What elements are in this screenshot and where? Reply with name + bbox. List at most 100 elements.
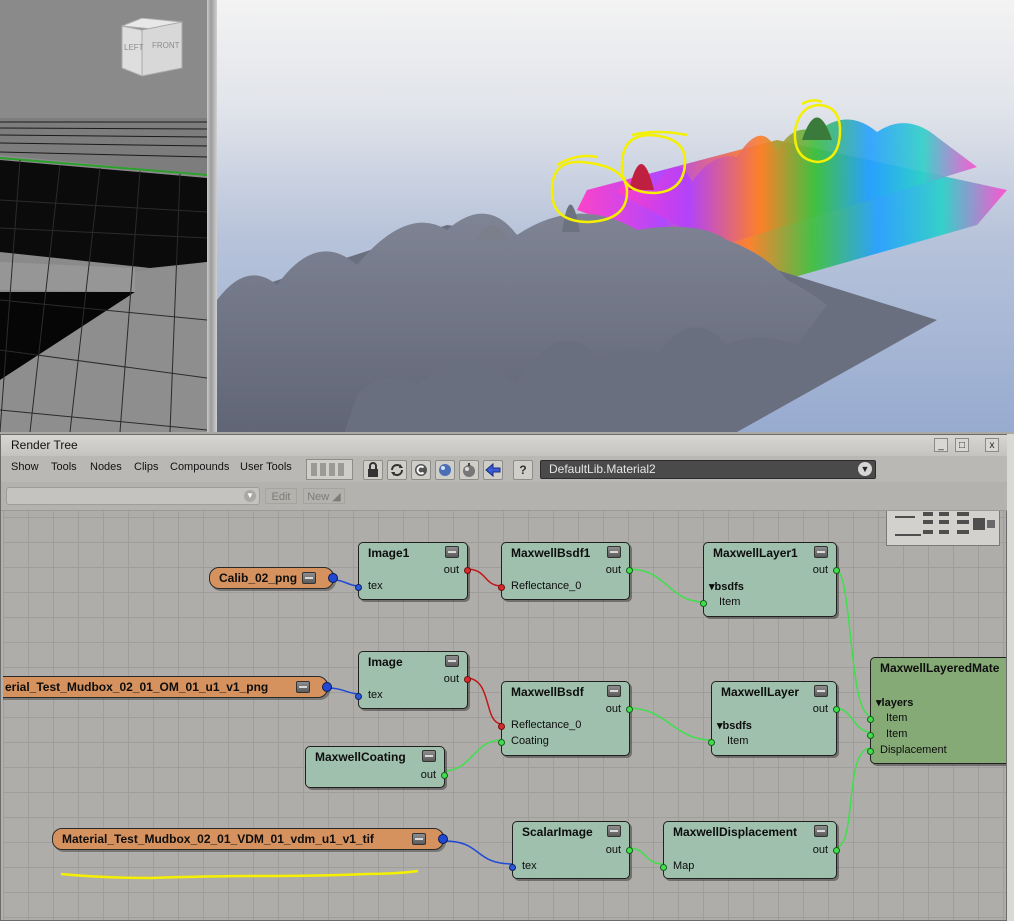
orthographic-viewport[interactable]: LEFT FRONT: [0, 0, 207, 432]
node-title: MaxwellBsdf1: [511, 546, 591, 560]
node-maxwell-layer[interactable]: MaxwellLayer out ▾bsdfs Item: [708, 681, 840, 756]
menu-user-tools[interactable]: User Tools: [240, 461, 292, 473]
input-port[interactable]: [509, 864, 516, 871]
panel-titlebar[interactable]: Render Tree _ □ x: [1, 435, 1008, 457]
node-collapse-icon[interactable]: [814, 546, 828, 558]
input-port[interactable]: [498, 723, 505, 730]
material-selector-value: DefaultLib.Material2: [549, 462, 656, 476]
node-collapse-icon[interactable]: [814, 685, 828, 697]
node-collapse-icon[interactable]: [607, 685, 621, 697]
node-maxwell-bsdf1[interactable]: MaxwellBsdf1 out Reflectance_0: [498, 542, 633, 600]
port-group-bsdfs[interactable]: ▾bsdfs: [717, 719, 752, 732]
texture-clip-om[interactable]: erial_Test_Mudbox_02_01_OM_01_u1_v1_png: [3, 676, 332, 698]
menu-nodes[interactable]: Nodes: [90, 461, 122, 473]
output-port[interactable]: [626, 706, 633, 713]
lock-icon[interactable]: [363, 460, 383, 480]
port-group-layers[interactable]: ▾layers: [876, 696, 913, 709]
minimize-button[interactable]: _: [934, 438, 948, 452]
input-port[interactable]: [867, 716, 874, 723]
output-port[interactable]: [438, 834, 448, 844]
port-label-displacement: Displacement: [880, 744, 947, 756]
yellow-underline-annotation: [60, 869, 419, 880]
output-port[interactable]: [322, 682, 332, 692]
maximize-button[interactable]: □: [955, 438, 969, 452]
clear-icon[interactable]: [411, 460, 431, 480]
node-image[interactable]: Image out tex: [355, 651, 471, 709]
menu-tools[interactable]: Tools: [51, 461, 77, 473]
refresh-icon[interactable]: [387, 460, 407, 480]
texture-clip-calib[interactable]: Calib_02_png: [209, 567, 338, 589]
wire-bsdf-to-layer: [627, 707, 713, 741]
material-selector[interactable]: DefaultLib.Material2 ▼: [540, 460, 876, 479]
input-port[interactable]: [498, 584, 505, 591]
menubar: Show Tools Nodes Clips Compounds User To…: [1, 456, 1008, 482]
help-icon[interactable]: ?: [513, 460, 533, 480]
output-port[interactable]: [833, 847, 840, 854]
output-port[interactable]: [833, 706, 840, 713]
port-label-tex: tex: [368, 689, 383, 701]
menu-clips[interactable]: Clips: [134, 461, 158, 473]
filter-input[interactable]: ▼: [6, 487, 260, 505]
memo-slots-icon[interactable]: [306, 459, 353, 480]
node-title: Image: [368, 655, 403, 669]
node-graph-canvas[interactable]: Calib_02_png erial_Test_Mudbox_02_01_OM_…: [3, 511, 1006, 920]
node-maxwell-displacement[interactable]: MaxwellDisplacement out Map: [660, 821, 840, 879]
node-scalar-image[interactable]: ScalarImage out tex: [509, 821, 633, 879]
close-button[interactable]: x: [985, 438, 999, 452]
chevron-down-icon[interactable]: ▼: [858, 462, 872, 476]
output-port[interactable]: [441, 772, 448, 779]
input-port[interactable]: [498, 739, 505, 746]
sphere-preview-icon[interactable]: [435, 460, 455, 480]
output-port[interactable]: [464, 567, 471, 574]
input-port[interactable]: [867, 748, 874, 755]
input-port[interactable]: [708, 739, 715, 746]
port-label-out: out: [443, 673, 459, 685]
chevron-down-icon[interactable]: ▼: [244, 490, 256, 502]
clip-icon: [296, 681, 310, 693]
node-image1[interactable]: Image1 out tex: [355, 542, 471, 600]
node-title: MaxwellBsdf: [511, 685, 584, 699]
input-port[interactable]: [660, 864, 667, 871]
port-label-tex: tex: [522, 860, 537, 872]
panel-title: Render Tree: [11, 438, 78, 452]
port-label-out: out: [420, 769, 436, 781]
node-maxwell-layer1[interactable]: MaxwellLayer1 out ▾bsdfs Item: [700, 542, 840, 617]
texture-clip-label: Material_Test_Mudbox_02_01_VDM_01_vdm_u1…: [62, 832, 374, 846]
node-maxwell-coating[interactable]: MaxwellCoating out: [305, 746, 448, 788]
viewport-divider[interactable]: [207, 0, 217, 432]
port-label-item: Item: [719, 596, 741, 608]
edit-button[interactable]: Edit: [265, 488, 297, 504]
port-label-item: Item: [886, 728, 908, 740]
output-port[interactable]: [464, 676, 471, 683]
menu-compounds[interactable]: Compounds: [170, 461, 229, 473]
node-maxwell-bsdf[interactable]: MaxwellBsdf out Reflectance_0 Coating: [498, 681, 633, 756]
input-port[interactable]: [355, 693, 362, 700]
render-preview-viewport[interactable]: [217, 0, 1014, 432]
node-collapse-icon[interactable]: [445, 655, 459, 667]
node-title: MaxwellCoating: [315, 750, 406, 764]
node-collapse-icon[interactable]: [814, 825, 828, 837]
output-port[interactable]: [833, 567, 840, 574]
sphere-icon[interactable]: [459, 460, 479, 480]
view-cube[interactable]: LEFT FRONT: [118, 17, 186, 78]
input-port[interactable]: [867, 732, 874, 739]
port-group-bsdfs[interactable]: ▾bsdfs: [709, 580, 744, 593]
node-collapse-icon[interactable]: [607, 825, 621, 837]
texture-clip-label: erial_Test_Mudbox_02_01_OM_01_u1_v1_png: [5, 680, 269, 694]
node-collapse-icon[interactable]: [422, 750, 436, 762]
output-port[interactable]: [328, 573, 338, 583]
wire-om-to-image: [327, 687, 360, 695]
output-port[interactable]: [626, 847, 633, 854]
node-collapse-icon[interactable]: [445, 546, 459, 558]
output-port[interactable]: [626, 567, 633, 574]
port-label-out: out: [443, 564, 459, 576]
texture-clip-vdm[interactable]: Material_Test_Mudbox_02_01_VDM_01_vdm_u1…: [52, 828, 448, 850]
node-maxwell-layered-material[interactable]: MaxwellLayeredMate ▾layers Item Item Dis…: [867, 657, 1006, 764]
node-collapse-icon[interactable]: [607, 546, 621, 558]
input-port[interactable]: [355, 584, 362, 591]
input-port[interactable]: [700, 600, 707, 607]
back-arrow-icon[interactable]: [483, 460, 503, 480]
port-label-map: Map: [673, 860, 695, 872]
new-button[interactable]: New ◢: [303, 488, 345, 504]
menu-show[interactable]: Show: [11, 461, 39, 473]
